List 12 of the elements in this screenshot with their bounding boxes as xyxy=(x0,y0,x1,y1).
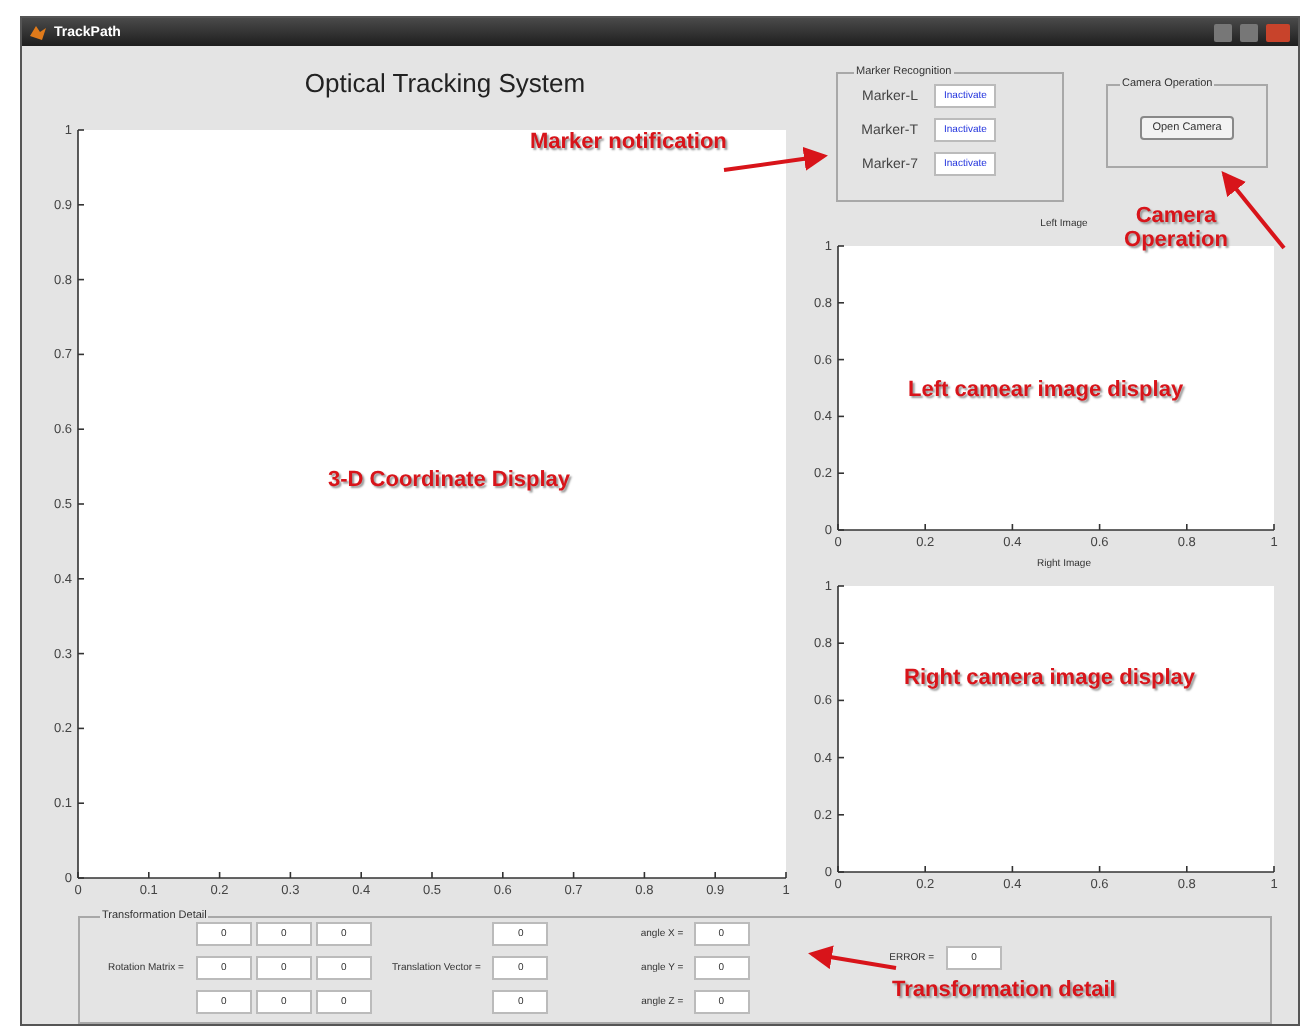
close-button[interactable] xyxy=(1266,23,1290,41)
annotation-label: Camera Operation xyxy=(1122,206,1230,253)
app-icon xyxy=(30,24,46,40)
minimize-button[interactable] xyxy=(1214,23,1232,41)
annotation-label: Left camear image display xyxy=(908,380,1184,404)
annotation-label: 3-D Coordinate Display xyxy=(328,470,571,494)
annotation-label: Transformation detail xyxy=(892,980,1116,1004)
annotation-label: Marker notification xyxy=(530,132,727,156)
annotation-arrow xyxy=(723,146,828,172)
annotation-label: Right camera image display xyxy=(904,668,1195,692)
maximize-button[interactable] xyxy=(1240,23,1258,41)
plot-title: Optical Tracking System xyxy=(302,65,588,102)
